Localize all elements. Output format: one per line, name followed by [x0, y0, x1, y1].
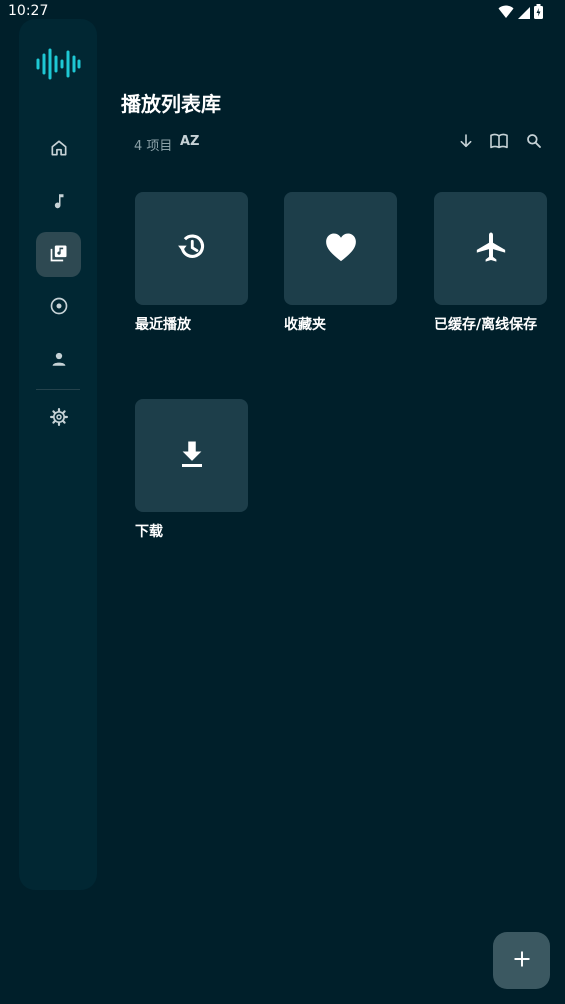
add-playlist-button[interactable] [493, 932, 550, 989]
playlist-tile-downloads[interactable]: 下载 [135, 399, 248, 541]
music-note-icon [50, 191, 68, 215]
search-button[interactable] [524, 133, 544, 153]
nav-settings[interactable] [36, 396, 81, 441]
sort-direction-button[interactable] [456, 133, 476, 153]
wifi-icon [498, 4, 514, 23]
history-icon [175, 230, 209, 268]
playlist-label: 下载 [135, 524, 163, 540]
nav-songs[interactable] [36, 180, 81, 225]
plus-icon [513, 950, 531, 972]
nav-divider [36, 389, 80, 390]
gear-icon [49, 407, 69, 431]
playlist-thumbnail [135, 192, 248, 305]
status-time: 10:27 [8, 3, 49, 19]
album-icon [49, 296, 69, 320]
navigation-rail [19, 19, 97, 890]
arrow-down-icon [458, 133, 474, 153]
playlist-thumbnail [434, 192, 547, 305]
playlist-thumbnail [284, 192, 397, 305]
home-icon [49, 138, 69, 162]
nav-albums[interactable] [36, 285, 81, 330]
cell-signal-icon [518, 4, 530, 23]
playlist-tile-offline[interactable]: 已缓存/离线保存 [434, 192, 547, 334]
playlist-tile-recent[interactable]: 最近播放 [135, 192, 248, 334]
view-mode-button[interactable] [489, 133, 509, 153]
playlist-label: 已缓存/离线保存 [434, 317, 538, 333]
playlist-label: 最近播放 [135, 317, 191, 333]
nav-playlists[interactable] [36, 232, 81, 277]
waveform-logo [35, 47, 81, 81]
playlist-tile-favorites[interactable]: 收藏夹 [284, 192, 397, 334]
nav-home[interactable] [36, 127, 81, 172]
person-icon [50, 350, 68, 372]
nav-artists[interactable] [36, 338, 81, 383]
page-title: 播放列表库 [121, 92, 221, 116]
status-icons [498, 4, 543, 23]
library-music-icon [49, 243, 69, 267]
battery-icon [534, 4, 543, 23]
playlist-thumbnail [135, 399, 248, 512]
book-icon [489, 133, 509, 153]
heart-icon [324, 231, 358, 267]
sort-az-button[interactable]: AZ [180, 134, 200, 149]
search-icon [526, 133, 542, 153]
download-icon [177, 439, 207, 473]
airplane-icon [474, 230, 508, 268]
item-count: 4 项目 [134, 139, 173, 154]
playlist-label: 收藏夹 [284, 317, 326, 333]
